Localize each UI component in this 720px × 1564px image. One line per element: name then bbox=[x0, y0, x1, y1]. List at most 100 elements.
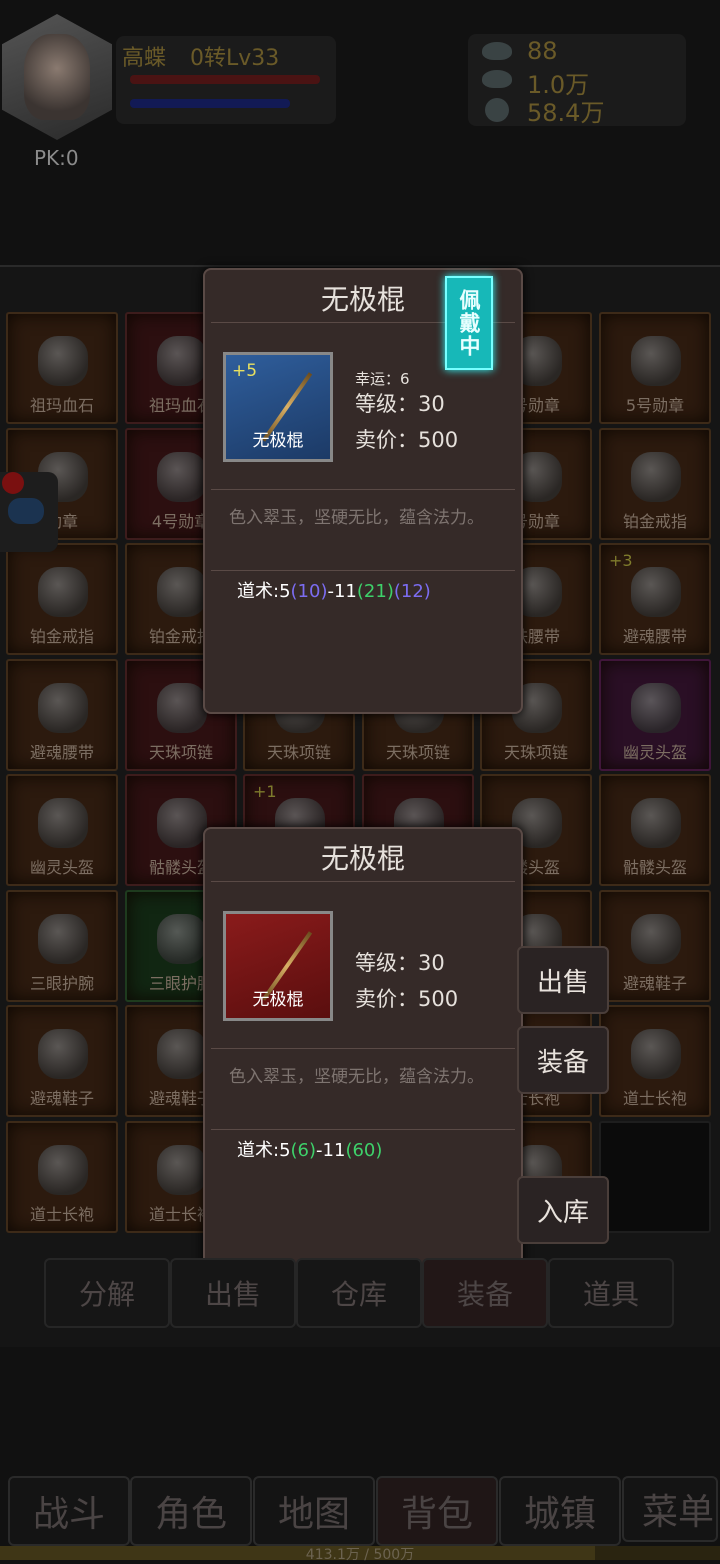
inventory-slot[interactable]: 避魂鞋子 bbox=[599, 890, 711, 1002]
nav-character[interactable]: 角色 bbox=[130, 1476, 252, 1546]
item-icon bbox=[38, 914, 88, 964]
mp-bar bbox=[130, 99, 290, 108]
item-icon-label: 无极棍 bbox=[252, 431, 304, 451]
inventory-slot[interactable]: 祖玛血石 bbox=[6, 312, 118, 424]
item-icon: 无极棍 bbox=[223, 911, 333, 1021]
item-icon bbox=[38, 567, 88, 617]
item-icon bbox=[631, 452, 681, 502]
tab-equipment[interactable]: 装备 bbox=[422, 1258, 548, 1328]
nav-bag[interactable]: 背包 bbox=[376, 1476, 498, 1546]
divider bbox=[211, 1129, 515, 1130]
nav-map[interactable]: 地图 bbox=[253, 1476, 375, 1546]
item-name: 铂金戒指 bbox=[622, 512, 687, 531]
inventory-slot[interactable]: +3 避魂腰带 bbox=[599, 543, 711, 655]
item-icon bbox=[631, 914, 681, 964]
item-name: 避魂鞋子 bbox=[622, 974, 687, 993]
pk-value: PK:0 bbox=[34, 146, 79, 170]
store-button[interactable]: 入库 bbox=[517, 1176, 609, 1244]
item-name: 5号勋章 bbox=[625, 396, 685, 415]
tab-decompose[interactable]: 分解 bbox=[44, 1258, 170, 1328]
coin-icon bbox=[485, 98, 509, 122]
price-stat: 卖价：500 bbox=[355, 428, 459, 452]
inventory-slot[interactable]: 三眼护腕 bbox=[6, 890, 118, 1002]
item-icon bbox=[38, 336, 88, 386]
level-stat: 等级：30 bbox=[355, 392, 445, 416]
enhance-level: +1 bbox=[253, 782, 277, 801]
item-name: 避魂腰带 bbox=[29, 743, 94, 762]
item-icon bbox=[631, 336, 681, 386]
nav-battle[interactable]: 战斗 bbox=[8, 1476, 130, 1546]
ingot-icon bbox=[482, 70, 512, 88]
inventory-slot[interactable]: 5号勋章 bbox=[599, 312, 711, 424]
equipped-badge-label: 佩戴中 bbox=[457, 288, 481, 358]
inventory-slot[interactable]: 道士长袍 bbox=[599, 1005, 711, 1117]
item-icon bbox=[157, 567, 207, 617]
enhance-level: +5 bbox=[232, 361, 258, 381]
inventory-slot[interactable]: 道士长袍 bbox=[6, 1121, 118, 1233]
item-icon bbox=[631, 798, 681, 848]
level-stat: 等级：30 bbox=[355, 951, 445, 975]
item-description: 色入翠玉，坚硬无比，蕴含法力。 bbox=[229, 508, 484, 528]
inventory-slot[interactable]: 幽灵头盔 bbox=[6, 774, 118, 886]
item-icon bbox=[38, 1029, 88, 1079]
item-icon bbox=[38, 798, 88, 848]
inventory-slot[interactable]: 避魂鞋子 bbox=[6, 1005, 118, 1117]
attribute-line: 道术:5(6)-11(60) bbox=[237, 1136, 382, 1162]
item-name: 天珠项链 bbox=[266, 743, 331, 762]
inventory-slot[interactable]: 铂金戒指 bbox=[6, 543, 118, 655]
attr-base: 道术:5 bbox=[237, 581, 291, 602]
tab-sell[interactable]: 出售 bbox=[170, 1258, 296, 1328]
item-name: 天珠项链 bbox=[385, 743, 450, 762]
ingot-icon bbox=[482, 42, 512, 60]
attribute-line: 道术:5(10)-11(21)(12) bbox=[237, 577, 431, 603]
item-name: 道士长袍 bbox=[29, 1205, 94, 1224]
attr-bonus: (21) bbox=[356, 581, 394, 602]
item-icon bbox=[157, 798, 207, 848]
item-icon bbox=[157, 336, 207, 386]
attr-bonus: (6) bbox=[290, 1140, 317, 1161]
hp-bar bbox=[130, 75, 320, 84]
notification-dot bbox=[2, 472, 24, 494]
divider bbox=[211, 1048, 515, 1049]
item-icon bbox=[157, 1029, 207, 1079]
item-icon bbox=[157, 683, 207, 733]
item-name: 天珠项链 bbox=[503, 743, 568, 762]
item-icon bbox=[38, 1145, 88, 1195]
attr-bonus: (10) bbox=[290, 581, 328, 602]
attr-bonus: (60) bbox=[345, 1140, 383, 1161]
inventory-slot[interactable]: 铂金戒指 bbox=[599, 428, 711, 540]
tab-items[interactable]: 道具 bbox=[548, 1258, 674, 1328]
divider bbox=[211, 881, 515, 882]
nav-menu[interactable]: 菜单 bbox=[622, 1476, 718, 1542]
attr-range: -11 bbox=[316, 1140, 346, 1161]
item-name: 三眼护腕 bbox=[29, 974, 94, 993]
price-stat: 卖价：500 bbox=[355, 987, 459, 1011]
item-name: 天珠项链 bbox=[148, 743, 213, 762]
divider bbox=[211, 570, 515, 571]
item-name: 铂金戒指 bbox=[29, 627, 94, 646]
luck-stat: 幸运：6 bbox=[355, 370, 410, 388]
item-title: 无极棍 bbox=[320, 842, 405, 875]
item-name: 幽灵头盔 bbox=[29, 858, 94, 877]
item-icon bbox=[38, 683, 88, 733]
item-icon: +5 无极棍 bbox=[223, 352, 333, 462]
tab-warehouse[interactable]: 仓库 bbox=[296, 1258, 422, 1328]
divider bbox=[211, 489, 515, 490]
equipped-badge: 佩戴中 bbox=[445, 276, 493, 370]
sell-button[interactable]: 出售 bbox=[517, 946, 609, 1014]
xp-text: 413.1万 / 500万 bbox=[305, 1547, 415, 1563]
item-name: 道士长袍 bbox=[622, 1089, 687, 1108]
enhance-level: +3 bbox=[609, 551, 633, 570]
inventory-slot[interactable]: 幽灵头盔 bbox=[599, 659, 711, 771]
item-name: 骷髅头盔 bbox=[622, 858, 687, 877]
nav-town[interactable]: 城镇 bbox=[499, 1476, 621, 1546]
inventory-slot[interactable]: 避魂腰带 bbox=[6, 659, 118, 771]
avatar bbox=[24, 34, 90, 120]
item-icon bbox=[631, 567, 681, 617]
item-name: 幽灵头盔 bbox=[622, 743, 687, 762]
equip-button[interactable]: 装备 bbox=[517, 1026, 609, 1094]
player-level: 0转Lv33 bbox=[190, 46, 280, 71]
inventory-slot[interactable] bbox=[599, 1121, 711, 1233]
item-icon bbox=[631, 1029, 681, 1079]
inventory-slot[interactable]: 骷髅头盔 bbox=[599, 774, 711, 886]
